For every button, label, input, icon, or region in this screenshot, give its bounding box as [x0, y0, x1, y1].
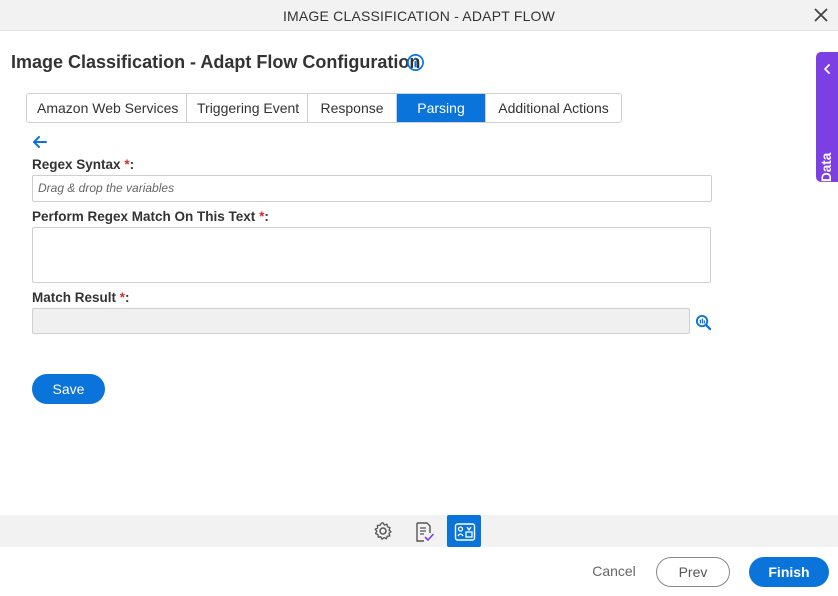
window-title: IMAGE CLASSIFICATION - ADAPT FLOW: [282, 8, 556, 24]
gear-icon: [374, 522, 392, 540]
data-mapping-icon: [454, 523, 476, 541]
save-button[interactable]: Save: [32, 374, 105, 404]
match-result-label-text: Match Result: [32, 290, 117, 305]
regex-text-label-text: Perform Regex Match On This Text: [32, 209, 256, 224]
checklist-icon[interactable]: [406, 515, 440, 547]
app-data-label: App Data: [819, 152, 834, 212]
prev-button[interactable]: Prev: [656, 557, 730, 587]
label-suffix: :: [129, 157, 135, 172]
variable-lookup-icon[interactable]: [695, 314, 712, 331]
regex-text-textarea[interactable]: [32, 227, 711, 283]
bottom-toolbar: [0, 515, 838, 547]
regex-syntax-input[interactable]: Drag & drop the variables: [32, 175, 712, 202]
match-result-label: Match Result *:: [32, 290, 130, 305]
label-suffix: :: [264, 209, 269, 224]
app-data-panel-tab[interactable]: App Data: [816, 52, 838, 212]
window-titlebar: IMAGE CLASSIFICATION - ADAPT FLOW: [0, 0, 838, 31]
info-icon[interactable]: [406, 53, 425, 72]
finish-button[interactable]: Finish: [749, 557, 829, 587]
tab-response[interactable]: Response: [308, 94, 397, 122]
page-title: Image Classification - Adapt Flow Config…: [11, 52, 421, 72]
settings-icon[interactable]: [366, 515, 400, 547]
tab-triggering-event[interactable]: Triggering Event: [187, 94, 308, 122]
regex-text-label: Perform Regex Match On This Text *:: [32, 209, 269, 224]
match-result-field[interactable]: [32, 308, 690, 334]
tab-amazon-web-services[interactable]: Amazon Web Services: [27, 94, 187, 122]
tab-parsing[interactable]: Parsing: [397, 94, 486, 122]
chevron-left-icon: [824, 64, 830, 74]
document-check-icon: [416, 522, 434, 542]
tab-additional-actions[interactable]: Additional Actions: [486, 94, 621, 122]
close-icon[interactable]: [812, 6, 830, 24]
back-arrow-icon[interactable]: [32, 135, 48, 149]
regex-syntax-label-text: Regex Syntax: [32, 157, 121, 172]
tab-bar: Amazon Web Services Triggering Event Res…: [26, 93, 622, 123]
label-suffix: :: [125, 290, 130, 305]
regex-syntax-label: Regex Syntax *:: [32, 157, 134, 172]
app-data-mapping-icon[interactable]: [447, 515, 481, 547]
cancel-button[interactable]: Cancel: [586, 557, 642, 587]
